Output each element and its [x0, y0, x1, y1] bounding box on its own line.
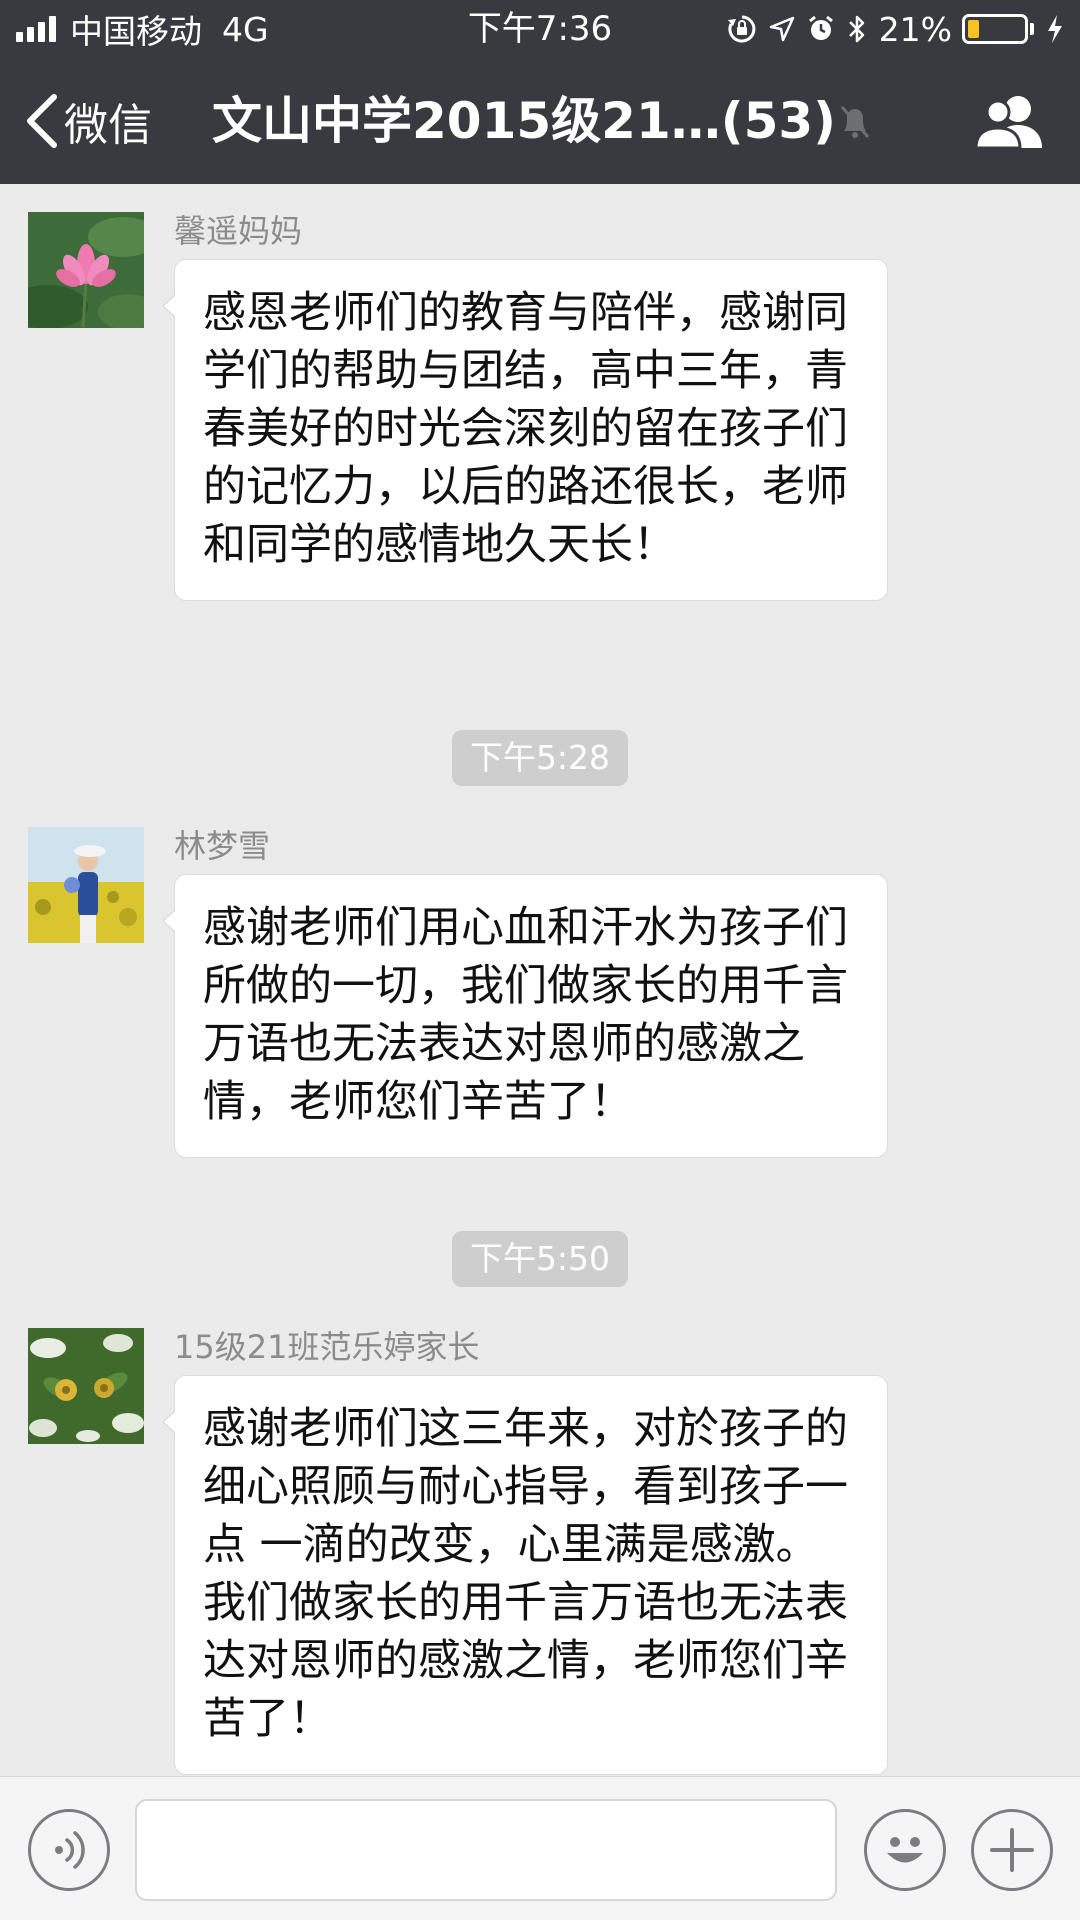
- battery-icon: [962, 14, 1028, 44]
- location-icon: [769, 6, 795, 52]
- message-bubble[interactable]: 感恩老师们的教育与陪伴，感谢同学们的帮助与团结，高中三年，青春美好的时光会深刻的…: [162, 259, 888, 601]
- battery-percent: 21%: [878, 9, 952, 49]
- rotation-lock-icon: [727, 6, 757, 52]
- group-members-icon[interactable]: [974, 92, 1044, 150]
- plus-button[interactable]: [971, 1809, 1053, 1891]
- battery-fill: [968, 20, 979, 38]
- plus-icon: [990, 1828, 1034, 1872]
- back-chevron-icon: [27, 94, 57, 148]
- back-label: 微信: [64, 100, 152, 151]
- lotus-flower-avatar[interactable]: [28, 212, 144, 328]
- input-bar: [0, 1776, 1080, 1920]
- charging-icon: [1046, 6, 1064, 52]
- sender-name: 林梦雪: [174, 827, 271, 865]
- sender-name: 馨遥妈妈: [174, 212, 303, 250]
- alarm-icon: [807, 6, 835, 52]
- yellow-flowers-avatar[interactable]: [28, 1328, 144, 1444]
- chat-area[interactable]: 馨遥妈妈 感恩老师们的教育与陪伴，感谢同学们的帮助与团结，高中三年，青春美好的时…: [0, 184, 1080, 1776]
- message-bubble[interactable]: 感谢老师们用心血和汗水为孩子们所做的一切，我们做家长的用千言万语也无法表达对恩师…: [162, 874, 888, 1158]
- message-input[interactable]: [135, 1799, 837, 1901]
- status-right: 21%: [715, 6, 1064, 52]
- nav-bar: 微信 文山中学2015级21…(53): [0, 58, 1080, 184]
- message-bubble[interactable]: 感谢老师们这三年来，对於孩子的细心照顾与耐心指导，看到孩子一点 一滴的改变，心里…: [162, 1375, 888, 1775]
- battery-tip: [1030, 23, 1034, 35]
- emoji-icon: [887, 1837, 923, 1863]
- chat-title: 文山中学2015级21…(53): [212, 92, 837, 150]
- back-button[interactable]: 微信: [24, 58, 152, 184]
- woman-in-flower-field-avatar[interactable]: [28, 827, 144, 943]
- voice-icon: [55, 1831, 85, 1869]
- sender-name: 15级21班范乐婷家长: [174, 1328, 480, 1366]
- status-bar: 中国移动 4G 下午7:36 21%: [0, 0, 1080, 58]
- mute-bell-icon: [840, 106, 870, 138]
- emoji-button[interactable]: [864, 1809, 946, 1891]
- timestamp-separator: 下午5:28: [452, 730, 628, 786]
- voice-button[interactable]: [28, 1809, 110, 1891]
- bluetooth-icon: [847, 6, 867, 52]
- timestamp-separator: 下午5:50: [452, 1231, 628, 1287]
